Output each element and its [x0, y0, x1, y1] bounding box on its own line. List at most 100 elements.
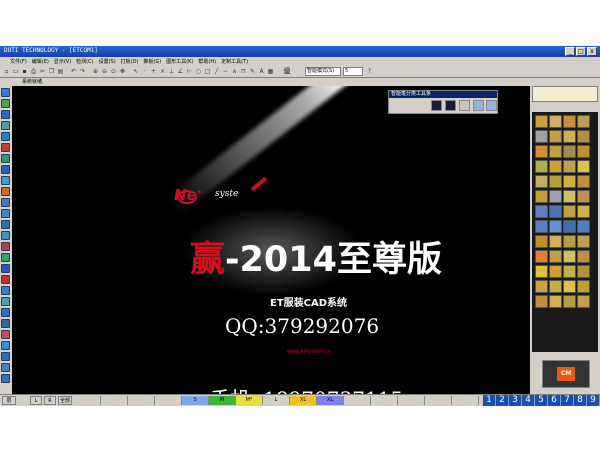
grid-icon[interactable]: ▦: [267, 68, 274, 75]
number-cell[interactable]: 1: [483, 395, 496, 406]
size-cell[interactable]: [344, 396, 371, 405]
paste-icon[interactable]: ▤: [57, 68, 64, 75]
text-tool-icon[interactable]: [1, 341, 10, 350]
hood-tool-icon[interactable]: [535, 205, 548, 218]
wave-curve-icon[interactable]: [431, 100, 442, 111]
number-cell[interactable]: 6: [548, 395, 561, 406]
pointer-tool-icon[interactable]: [1, 88, 10, 97]
ruler-icon[interactable]: ⊥: [168, 68, 175, 75]
new-icon[interactable]: ▫: [3, 68, 10, 75]
pen-icon[interactable]: ✎: [249, 68, 256, 75]
curve-icon[interactable]: ∽: [222, 68, 229, 75]
zoom-in-icon[interactable]: ⊕: [92, 68, 99, 75]
shirring-tool-icon[interactable]: [563, 295, 576, 308]
drag-tool-icon[interactable]: [1, 99, 10, 108]
triangle-tool-icon[interactable]: [535, 280, 548, 293]
number-cell[interactable]: 4: [522, 395, 535, 406]
pocket-tool-icon[interactable]: [549, 130, 562, 143]
edge-tool-icon[interactable]: [577, 250, 590, 263]
belt-tool-icon[interactable]: [563, 130, 576, 143]
delete-tool-icon[interactable]: [1, 242, 10, 251]
pants-tool-icon[interactable]: [549, 190, 562, 203]
menu-file[interactable]: 文件(F): [10, 58, 27, 65]
cuff-tool-icon[interactable]: [549, 115, 562, 128]
panel-tool-icon[interactable]: [486, 100, 497, 111]
bar-tool-icon[interactable]: [549, 250, 562, 263]
shirt-tool-icon[interactable]: [549, 220, 562, 233]
dart-tool-icon[interactable]: [1, 253, 10, 262]
number-cell[interactable]: 8: [574, 395, 587, 406]
dart-shape-icon[interactable]: [535, 145, 548, 158]
pleat-tool-icon[interactable]: [1, 264, 10, 273]
notch-tool-icon[interactable]: [1, 275, 10, 284]
mark-tool-icon[interactable]: [577, 265, 590, 278]
stitch-tool-icon[interactable]: [549, 160, 562, 173]
curve-shape-icon[interactable]: [535, 250, 548, 263]
fold-tool-icon[interactable]: [535, 295, 548, 308]
bodice-tool-icon[interactable]: [535, 220, 548, 233]
trim-tool-icon[interactable]: [1, 198, 10, 207]
undo-icon[interactable]: ↶: [70, 68, 77, 75]
piece-tool-icon[interactable]: [1, 352, 10, 361]
output-tool-icon[interactable]: [1, 374, 10, 383]
tip-tool-icon[interactable]: [577, 280, 590, 293]
split-tool-icon[interactable]: [1, 220, 10, 229]
dart-icon[interactable]: ∧: [231, 68, 238, 75]
arrow-tool-icon[interactable]: [535, 265, 548, 278]
size-cell[interactable]: [101, 396, 128, 405]
label-tool-icon[interactable]: [549, 265, 562, 278]
button-tool-icon[interactable]: [1, 308, 10, 317]
number-cell[interactable]: 2: [496, 395, 509, 406]
blank-tool-icon[interactable]: [459, 100, 470, 111]
number-cell[interactable]: 5: [535, 395, 548, 406]
text-icon[interactable]: A: [258, 68, 265, 75]
coat-tool-icon[interactable]: [577, 190, 590, 203]
dress-tool-icon[interactable]: [563, 190, 576, 203]
menu-edit[interactable]: 编辑(E): [32, 58, 49, 65]
loop-tool-icon[interactable]: [563, 175, 576, 188]
hem-tool-icon[interactable]: [577, 130, 590, 143]
help-icon[interactable]: ?: [366, 68, 373, 75]
band-tool-icon[interactable]: [549, 175, 562, 188]
frill-tool-icon[interactable]: [577, 160, 590, 173]
smart-pen-toolbar-window[interactable]: 智能笔分类工具条: [388, 90, 498, 114]
cut-icon[interactable]: ✂: [39, 68, 46, 75]
lapel-tool-icon[interactable]: [549, 205, 562, 218]
open-icon[interactable]: ▭: [12, 68, 19, 75]
measure-tool-icon[interactable]: [1, 330, 10, 339]
cross-icon[interactable]: ×: [159, 68, 166, 75]
mode-select[interactable]: 智能模式(S): [305, 67, 341, 76]
hole-tool-icon[interactable]: [1, 319, 10, 328]
cuff-shape-icon[interactable]: [563, 235, 576, 248]
number-cell[interactable]: 7: [561, 395, 574, 406]
smock-tool-icon[interactable]: [577, 295, 590, 308]
hem-shape-icon[interactable]: [577, 235, 590, 248]
gather-tool-icon[interactable]: [563, 145, 576, 158]
line-tool-icon[interactable]: [1, 110, 10, 119]
size-cell[interactable]: [398, 396, 425, 405]
left-tab[interactable]: L: [30, 396, 42, 405]
circle-tool-icon[interactable]: [1, 143, 10, 152]
grid-tool-icon[interactable]: [473, 100, 484, 111]
size-cell[interactable]: XL: [317, 396, 344, 405]
menu-settings[interactable]: 设置(S): [99, 58, 116, 65]
curve-tool-icon[interactable]: [1, 121, 10, 130]
right-tab[interactable]: R: [44, 396, 56, 405]
all-tab[interactable]: 全部: [58, 396, 72, 405]
size-cell[interactable]: M*: [236, 396, 263, 405]
select-icon[interactable]: ↖: [132, 68, 139, 75]
strip-tool-icon[interactable]: [563, 250, 576, 263]
jacket-tool-icon[interactable]: [563, 220, 576, 233]
copy-icon[interactable]: ❐: [48, 68, 55, 75]
menu-graphic-tools[interactable]: 图形工具(K): [166, 58, 193, 65]
size-cell[interactable]: M: [209, 396, 236, 405]
lace-tool-icon[interactable]: [563, 160, 576, 173]
extend-tool-icon[interactable]: [1, 209, 10, 218]
menu-custom-tools[interactable]: 定制工具(T): [221, 58, 248, 65]
corner-tool-icon[interactable]: [549, 280, 562, 293]
grade-tool-icon[interactable]: [1, 363, 10, 372]
collar-tool-icon[interactable]: [535, 115, 548, 128]
close-button[interactable]: x: [587, 47, 597, 56]
measure-icon[interactable]: ⊢: [186, 68, 193, 75]
rotate-tool-icon[interactable]: [1, 187, 10, 196]
